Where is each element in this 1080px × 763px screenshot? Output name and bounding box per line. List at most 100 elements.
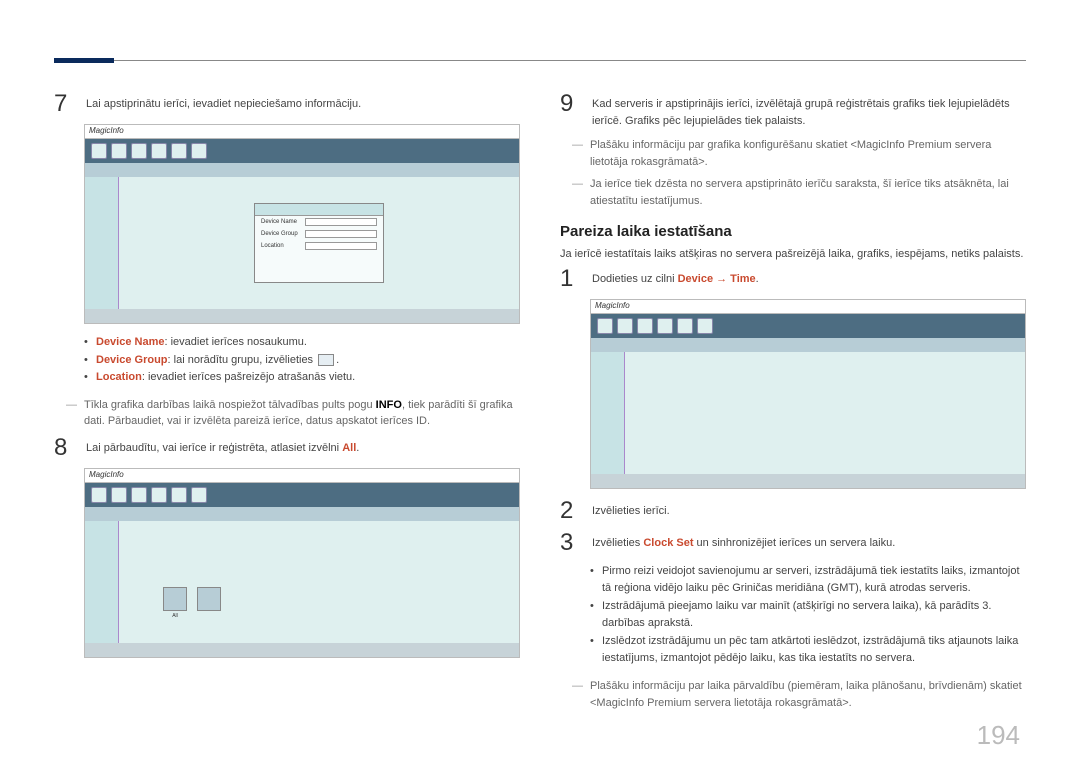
app-toolbar <box>85 139 519 163</box>
field-input[interactable] <box>305 242 377 250</box>
field-bullets: Device Name: ievadiet ierīces nosaukumu.… <box>84 334 520 387</box>
toolbar-icon <box>191 487 207 503</box>
left-column: 7 Lai apstiprinātu ierīci, ievadiet nepi… <box>54 92 520 717</box>
toolbar-icon <box>597 318 613 334</box>
step-number: 1 <box>560 267 580 291</box>
app-titlebar <box>85 125 519 139</box>
bullet-item: Device Name: ievadiet ierīces nosaukumu. <box>84 334 520 352</box>
bullet-text: : ievadiet ierīces nosaukumu. <box>165 336 307 348</box>
step-2: 2 Izvēlieties ierīci. <box>560 499 1026 523</box>
screenshot-device-time <box>590 299 1026 489</box>
bullet-label: Device Group <box>96 354 168 366</box>
field-label: Location <box>261 243 301 249</box>
step-text: Izvēlieties ierīci. <box>592 499 1026 523</box>
toolbar-icon <box>91 487 107 503</box>
toolbar-icon <box>91 143 107 159</box>
toolbar-icon <box>151 143 167 159</box>
step-7: 7 Lai apstiprinātu ierīci, ievadiet nepi… <box>54 92 520 116</box>
page-header-rule <box>54 60 1026 61</box>
step-text-part: . <box>356 442 359 454</box>
app-main: Device Name Device Group Location <box>119 177 519 309</box>
toolbar-icon <box>151 487 167 503</box>
content-columns: 7 Lai apstiprinātu ierīci, ievadiet nepi… <box>54 92 1026 717</box>
note-text: Ja ierīce tiek dzēsta no servera apstipr… <box>590 178 1009 207</box>
app-subbar <box>85 163 519 177</box>
view-icon[interactable] <box>197 587 221 611</box>
app-sidebar <box>85 177 119 323</box>
dialog-row: Location <box>255 240 383 252</box>
note-time-manual: Plašāku informāciju par laika pārvaldību… <box>572 678 1026 711</box>
toolbar-icon <box>171 143 187 159</box>
step-text-part: Lai pārbaudītu, vai ierīce ir reģistrēta… <box>86 442 342 454</box>
app-titlebar <box>85 469 519 483</box>
bullet-text: : lai norādītu grupu, izvēlieties <box>168 354 317 366</box>
dialog-row: Device Group <box>255 228 383 240</box>
app-sidebar <box>85 521 119 657</box>
step-9: 9 Kad serveris ir apstiprinājis ierīci, … <box>560 92 1026 129</box>
app-statusbar <box>591 474 1025 488</box>
note-bold: INFO <box>376 399 402 411</box>
step-3: 3 Izvēlieties Clock Set un sinhronizējie… <box>560 531 1026 555</box>
bullet-item: Pirmo reizi veidojot savienojumu ar serv… <box>590 563 1026 598</box>
approve-dialog: Device Name Device Group Location <box>254 203 384 283</box>
step-text: Lai apstiprinātu ierīci, ievadiet nepiec… <box>86 92 520 116</box>
app-subbar <box>85 507 519 521</box>
toolbar-icon <box>657 318 673 334</box>
step-number: 3 <box>560 531 580 555</box>
field-label: Device Name <box>261 219 301 225</box>
step-text: Kad serveris ir apstiprinājis ierīci, iz… <box>592 92 1026 129</box>
app-subbar <box>591 338 1025 352</box>
app-titlebar <box>591 300 1025 314</box>
app-statusbar <box>85 643 519 657</box>
app-main <box>625 352 1025 474</box>
bullet-item: Device Group: lai norādītu grupu, izvēli… <box>84 352 520 370</box>
app-toolbar <box>85 483 519 507</box>
step-text: Dodieties uz cilni Device → Time. <box>592 267 1026 291</box>
step-highlight: All <box>342 442 356 454</box>
step-highlight: Clock Set <box>643 537 693 549</box>
app-statusbar <box>85 309 519 323</box>
step-number: 7 <box>54 92 74 116</box>
step-text-part: un sinhronizējiet ierīces un servera lai… <box>694 537 896 549</box>
step-text-part: Dodieties uz cilni <box>592 273 678 285</box>
step-text: Izvēlieties Clock Set un sinhronizējiet … <box>592 531 1026 555</box>
field-label: Device Group <box>261 231 301 237</box>
view-label: All <box>163 613 187 619</box>
bullet-item: Izslēdzot izstrādājumu un pēc tam atkārt… <box>590 633 1026 668</box>
bullet-label: Location <box>96 371 142 383</box>
step-number: 8 <box>54 436 74 460</box>
step-1: 1 Dodieties uz cilni Device → Time. <box>560 267 1026 291</box>
toolbar-icon <box>111 487 127 503</box>
app-sidebar <box>591 352 625 488</box>
note-info: Tīkla grafika darbības laikā nospiežot t… <box>66 397 520 430</box>
section-heading: Pareiza laika iestatīšana <box>560 223 1026 240</box>
toolbar-icon <box>637 318 653 334</box>
screenshot-device-all: All <box>84 468 520 658</box>
section-sub: Ja ierīcē iestatītais laiks atšķiras no … <box>560 246 1026 263</box>
bullet-text: : ievadiet ierīces pašreizējo atrašanās … <box>142 371 355 383</box>
page-number: 194 <box>977 720 1020 751</box>
screenshot-device-approve: Device Name Device Group Location <box>84 124 520 324</box>
note-text: Plašāku informāciju par laika pārvaldību… <box>590 680 1022 709</box>
toolbar-icon <box>697 318 713 334</box>
field-input[interactable] <box>305 230 377 238</box>
app-main: All <box>119 521 519 643</box>
note-manual: Plašāku informāciju par grafika konfigur… <box>572 137 1026 170</box>
dialog-header <box>255 204 383 216</box>
bullet-label: Device Name <box>96 336 165 348</box>
step-number: 9 <box>560 92 580 129</box>
toolbar-icon <box>191 143 207 159</box>
bullet-item: Izstrādājumā pieejamo laiku var mainīt (… <box>590 598 1026 633</box>
browse-icon[interactable] <box>318 354 334 366</box>
field-input[interactable] <box>305 218 377 226</box>
step-text-part: Izvēlieties <box>592 537 643 549</box>
step-highlight: Device → Time <box>678 273 756 285</box>
view-label <box>197 613 221 619</box>
time-bullets: Pirmo reizi veidojot savienojumu ar serv… <box>590 563 1026 669</box>
view-all-icon[interactable] <box>163 587 187 611</box>
note-reset: Ja ierīce tiek dzēsta no servera apstipr… <box>572 176 1026 209</box>
view-labels: All <box>163 613 221 619</box>
step-8: 8 Lai pārbaudītu, vai ierīce ir reģistrē… <box>54 436 520 460</box>
bullet-item: Location: ievadiet ierīces pašreizējo at… <box>84 369 520 387</box>
step-text: Lai pārbaudītu, vai ierīce ir reģistrēta… <box>86 436 520 460</box>
